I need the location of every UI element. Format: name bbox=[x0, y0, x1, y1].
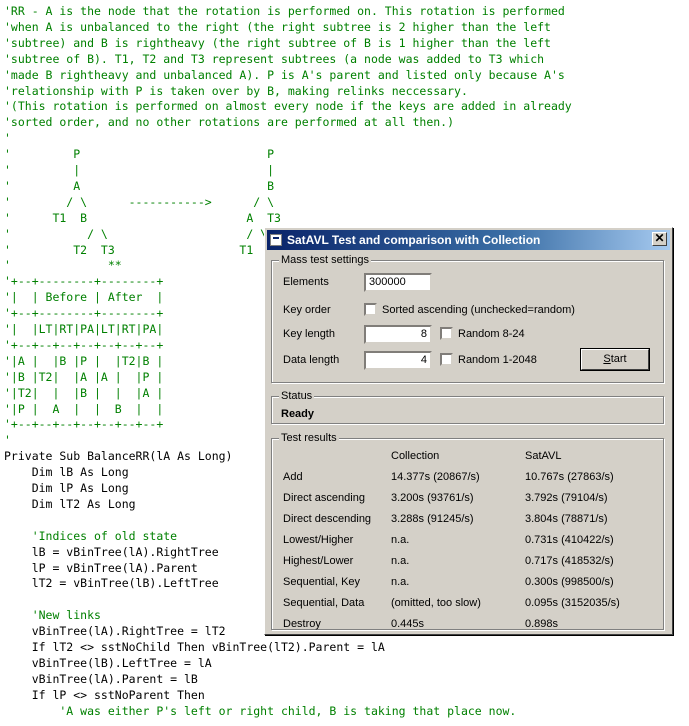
result-collection-value: n.a. bbox=[391, 534, 410, 546]
code-line: '(This rotation is performed on almost e… bbox=[4, 99, 572, 114]
result-satavl-value: 3.804s (78871/s) bbox=[525, 513, 608, 525]
code-line: '|A | |B |P | |T2|B | bbox=[4, 353, 164, 368]
result-collection-value: n.a. bbox=[391, 555, 410, 567]
close-button[interactable]: ✕ bbox=[652, 232, 667, 246]
random-key-length-label[interactable]: Random 8-24 bbox=[458, 327, 525, 341]
random-data-length-checkbox[interactable] bbox=[440, 353, 453, 366]
code-line: 'subtree) and B is rightheavy (the right… bbox=[4, 35, 551, 50]
code-line: ' ** bbox=[4, 258, 122, 273]
result-collection-value: 3.200s (93761/s) bbox=[391, 492, 474, 504]
code-line: vBinTree(lB).LeftTree = lA bbox=[4, 655, 212, 670]
code-line: Dim lP As Long bbox=[4, 481, 129, 495]
code-line: Private Sub BalanceRR(lA As Long) bbox=[4, 449, 233, 464]
code-line: 'A was either P's left or right child, B… bbox=[4, 703, 517, 718]
code-line: 'when A is unbalanced to the right (the … bbox=[4, 19, 551, 34]
key-length-label: Key length bbox=[283, 328, 335, 340]
status-value: Ready bbox=[281, 408, 315, 420]
code-line: vBinTree(lA).Parent = lB bbox=[4, 671, 198, 686]
code-line: ' A B bbox=[4, 178, 275, 193]
code-line: If lT2 <> sstNoChild Then vBinTree(lT2).… bbox=[4, 640, 385, 654]
key-order-label: Key order bbox=[283, 304, 331, 316]
code-line: 'made B rightheavy and unbalanced A). P … bbox=[4, 67, 565, 82]
result-satavl-value: 0.717s (418532/s) bbox=[525, 555, 614, 567]
data-length-label: Data length bbox=[283, 354, 340, 366]
random-key-length-checkbox[interactable] bbox=[440, 327, 453, 340]
key-length-input[interactable]: 8 bbox=[364, 325, 432, 344]
code-line: Dim lT2 As Long bbox=[4, 496, 136, 511]
result-satavl-value: 0.095s (3152035/s) bbox=[525, 597, 620, 609]
code-line: ' bbox=[4, 131, 11, 146]
close-icon: ✕ bbox=[654, 231, 665, 245]
result-satavl-value: 0.731s (410422/s) bbox=[525, 534, 614, 546]
elements-label: Elements bbox=[283, 276, 329, 288]
app-window-icon bbox=[270, 234, 282, 246]
status-group: Status Ready bbox=[271, 389, 664, 424]
code-line: '|T2| | |B | | |A | bbox=[4, 385, 164, 400]
test-results-title: Test results bbox=[279, 431, 339, 445]
test-results-group: Test results Collection SatAVL Add 14.377… bbox=[271, 431, 664, 630]
code-line: 'RR - A is the node that the rotation is… bbox=[4, 4, 565, 18]
code-line: lB = vBinTree(lA).RightTree bbox=[4, 544, 219, 559]
random-data-length-label[interactable]: Random 1-2048 bbox=[458, 353, 537, 367]
mass-test-settings-title: Mass test settings bbox=[279, 253, 372, 267]
code-line: ' T2 T3 T1 T2 bbox=[4, 242, 281, 257]
dialog-title: SatAVL Test and comparison with Collecti… bbox=[287, 233, 541, 247]
start-button-accelerator: S bbox=[603, 353, 611, 365]
result-row-label: Sequential, Key bbox=[283, 576, 361, 588]
code-line: '+--+--------+--------+ bbox=[4, 274, 164, 289]
data-length-input[interactable]: 4 bbox=[364, 351, 432, 370]
code-line: Dim lB As Long bbox=[4, 465, 129, 480]
result-row-label: Direct ascending bbox=[283, 492, 365, 504]
code-line: '+--+--+--+--+--+--+--+ bbox=[4, 417, 164, 432]
code-line: '+--+--------+--------+ bbox=[4, 306, 164, 321]
result-collection-value: n.a. bbox=[391, 576, 410, 588]
code-line: ' / \ / \ bbox=[4, 226, 268, 241]
result-row-label: Destroy bbox=[283, 618, 321, 630]
code-line: vBinTree(lA).RightTree = lT2 bbox=[4, 624, 226, 639]
status-title: Status bbox=[279, 389, 315, 403]
sorted-ascending-checkbox[interactable] bbox=[364, 303, 377, 316]
code-line: 'Indices of old state bbox=[4, 528, 178, 543]
code-line: 'sorted order, and no other rotations ar… bbox=[4, 115, 455, 130]
result-row-label: Sequential, Data bbox=[283, 597, 365, 609]
result-collection-value: (omitted, too slow) bbox=[391, 597, 481, 609]
start-button-label: tart bbox=[610, 353, 627, 365]
code-line: lT2 = vBinTree(lB).LeftTree bbox=[4, 576, 219, 591]
code-line: 'relationship with P is taken over by B,… bbox=[4, 83, 468, 98]
code-line: '| | Before | After | bbox=[4, 290, 164, 305]
code-line: '|B |T2| |A |A | |P | bbox=[4, 369, 164, 384]
result-collection-value: 0.445s bbox=[391, 618, 425, 630]
result-satavl-value: 0.300s (998500/s) bbox=[525, 576, 614, 588]
result-collection-value: 14.377s (20867/s) bbox=[391, 471, 480, 483]
sorted-ascending-label[interactable]: Sorted ascending (unchecked=random) bbox=[382, 303, 575, 317]
code-line: ' / \ -----------> / \ bbox=[4, 194, 275, 209]
code-line: lP = vBinTree(lA).Parent bbox=[4, 560, 198, 575]
result-row-label: Add bbox=[283, 471, 303, 483]
code-line: ' P P bbox=[4, 147, 275, 162]
code-line: ' T1 B A T3 bbox=[4, 210, 281, 225]
code-line: '+--+--+--+--+--+--+--+ bbox=[4, 337, 164, 352]
dialog-title-bar[interactable]: SatAVL Test and comparison with Collecti… bbox=[267, 230, 670, 250]
result-row-label: Direct descending bbox=[283, 513, 372, 525]
satavl-column-header: SatAVL bbox=[525, 450, 562, 462]
result-collection-value: 3.288s (91245/s) bbox=[391, 513, 474, 525]
result-row-label: Lowest/Higher bbox=[283, 534, 354, 546]
code-line: '| |LT|RT|PA|LT|RT|PA| bbox=[4, 322, 164, 336]
code-line: ' bbox=[4, 433, 11, 448]
result-row-label: Highest/Lower bbox=[283, 555, 354, 567]
elements-input[interactable]: 300000 bbox=[364, 273, 432, 292]
collection-column-header: Collection bbox=[391, 450, 440, 462]
satavl-test-dialog: SatAVL Test and comparison with Collecti… bbox=[264, 227, 673, 635]
result-satavl-value: 10.767s (27863/s) bbox=[525, 471, 614, 483]
code-line: 'New links bbox=[4, 608, 101, 623]
result-satavl-value: 3.792s (79104/s) bbox=[525, 492, 608, 504]
result-satavl-value: 0.898s bbox=[525, 618, 559, 630]
code-line: ' | | bbox=[4, 163, 275, 177]
code-line: 'subtree of B). T1, T2 and T3 represent … bbox=[4, 51, 545, 66]
start-button[interactable]: Start bbox=[581, 349, 649, 370]
code-line: '|P | A | | B | | bbox=[4, 401, 164, 416]
code-line: If lP <> sstNoParent Then bbox=[4, 687, 205, 702]
